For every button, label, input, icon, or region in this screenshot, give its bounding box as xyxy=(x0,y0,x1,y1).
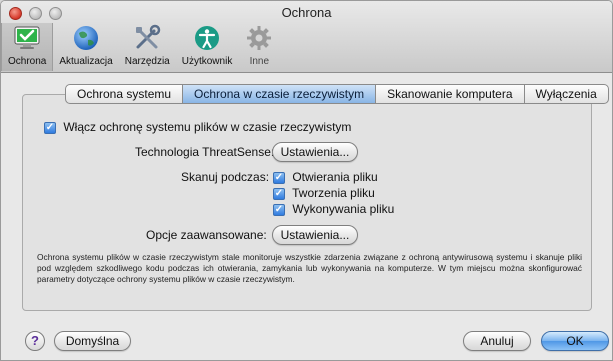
toolbar-item-inne[interactable]: Inne xyxy=(238,23,280,71)
tab-ochrona-systemu[interactable]: Ochrona systemu xyxy=(66,85,184,103)
toolbar-label: Użytkownik xyxy=(181,56,233,67)
toolbar-label: Narzędzia xyxy=(124,56,170,67)
help-button[interactable]: ? xyxy=(25,331,45,351)
scan-option-open[interactable]: ✓ Otwierania pliku xyxy=(273,170,378,184)
scan-during-label: Skanuj podczas: xyxy=(181,170,270,184)
tools-icon xyxy=(136,24,161,49)
toolbar-label: Aktualizacja xyxy=(59,56,113,67)
cancel-button[interactable]: Anuluj xyxy=(463,331,531,351)
toolbar-item-ochrona[interactable]: Ochrona xyxy=(1,23,54,71)
scan-option-label: Tworzenia pliku xyxy=(292,186,375,200)
description-text: Ochrona systemu plików w czasie rzeczywi… xyxy=(37,252,582,284)
enable-protection-checkbox[interactable]: ✓ xyxy=(44,121,56,134)
gear-icon xyxy=(247,26,272,50)
tab-skanowanie-komputera[interactable]: Skanowanie komputera xyxy=(376,85,525,103)
enable-protection-row[interactable]: ✓ Włącz ochronę systemu plików w czasie … xyxy=(44,120,351,134)
toolbar-label: Ochrona xyxy=(8,56,47,67)
toolbar-item-uzytkownik[interactable]: Użytkownik xyxy=(176,23,239,71)
ok-button[interactable]: OK xyxy=(541,331,609,351)
settings-panel: ✓ Włącz ochronę systemu plików w czasie … xyxy=(22,94,592,311)
scan-option-execute[interactable]: ✓ Wykonywania pliku xyxy=(273,202,394,216)
scan-open-checkbox[interactable]: ✓ xyxy=(273,171,285,184)
threatsense-settings-button[interactable]: Ustawienia... xyxy=(272,142,358,162)
toolbar-item-narzedzia[interactable]: Narzędzia xyxy=(119,23,176,71)
window-title: Ochrona xyxy=(281,5,332,20)
scan-create-checkbox[interactable]: ✓ xyxy=(273,187,285,200)
threatsense-label: Technologia ThreatSense: xyxy=(135,145,275,159)
tab-wylaczenia[interactable]: Wyłączenia xyxy=(525,85,608,103)
preferences-window: Ochrona Ochrona Aktualizacja Narzędzia U… xyxy=(0,0,613,361)
advanced-options-label: Opcje zaawansowane: xyxy=(146,228,267,242)
toolbar: Ochrona Aktualizacja Narzędzia Użytkowni… xyxy=(1,23,280,71)
advanced-settings-button[interactable]: Ustawienia... xyxy=(272,225,358,245)
toolbar-item-aktualizacja[interactable]: Aktualizacja xyxy=(53,23,118,71)
enable-protection-label: Włącz ochronę systemu plików w czasie rz… xyxy=(63,120,352,134)
accessibility-person-icon xyxy=(195,26,220,50)
scan-option-label: Wykonywania pliku xyxy=(292,202,395,216)
toolbar-label: Inne xyxy=(249,56,270,67)
monitor-check-icon xyxy=(14,26,40,49)
tab-ochrona-w-czasie-rzeczywistym[interactable]: Ochrona w czasie rzeczywistym xyxy=(183,85,377,103)
scan-option-label: Otwierania pliku xyxy=(292,170,378,184)
scan-option-create[interactable]: ✓ Tworzenia pliku xyxy=(273,186,375,200)
tab-bar: Ochrona systemu Ochrona w czasie rzeczyw… xyxy=(65,84,609,104)
globe-icon xyxy=(74,26,99,50)
defaults-button[interactable]: Domyślna xyxy=(54,331,131,351)
scan-execute-checkbox[interactable]: ✓ xyxy=(273,203,285,216)
content-area: Ochrona systemu Ochrona w czasie rzeczyw… xyxy=(1,74,612,360)
title-toolbar: Ochrona Ochrona Aktualizacja Narzędzia U… xyxy=(1,1,612,73)
